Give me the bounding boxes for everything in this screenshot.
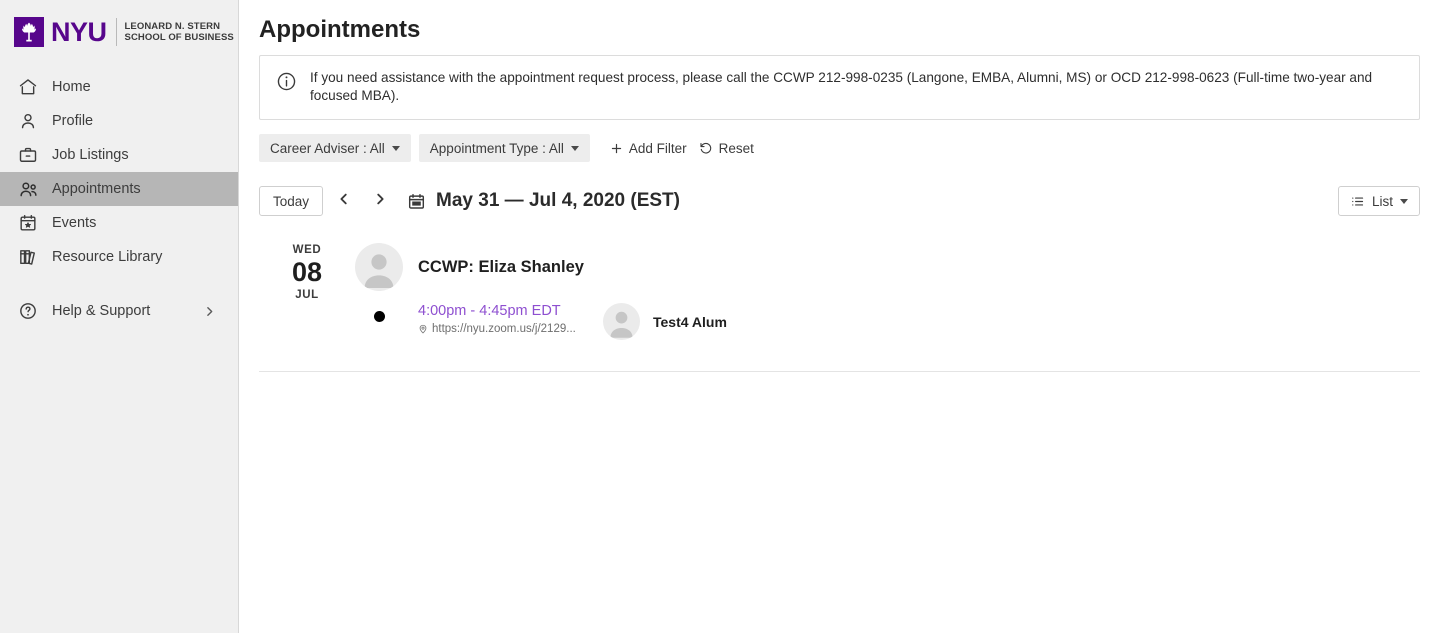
sidebar-nav: Home Profile Job Listings Appointments E…: [0, 70, 238, 328]
career-adviser-filter[interactable]: Career Adviser : All: [259, 134, 411, 162]
add-filter-label: Add Filter: [628, 140, 687, 156]
avatar-placeholder-icon: [603, 303, 640, 340]
info-circle-icon: [276, 69, 300, 105]
calendar-star-icon: [17, 212, 39, 234]
day-appointments: CCWP: Eliza Shanley 4:00pm - 4:45pm EDT: [355, 241, 1420, 340]
appointment-type-filter[interactable]: Appointment Type : All: [418, 134, 590, 162]
question-circle-icon: [17, 300, 39, 322]
date-range-display[interactable]: May 31 — Jul 4, 2020 (EST): [407, 190, 680, 212]
next-period-button[interactable]: [365, 186, 395, 216]
sidebar-item-help-support[interactable]: Help & Support: [0, 294, 238, 328]
chevron-down-icon: [1400, 198, 1408, 204]
reset-label: Reset: [718, 140, 754, 156]
chevron-right-icon: [373, 192, 387, 211]
appointment-group-title: CCWP: Eliza Shanley: [418, 257, 584, 276]
brand-school-name: LEONARD N. STERN SCHOOL OF BUSINESS: [124, 20, 234, 44]
filter-label: Career Adviser : All: [270, 140, 385, 156]
date-range-label: May 31 — Jul 4, 2020 (EST): [436, 190, 680, 211]
filter-bar: Career Adviser : All Appointment Type : …: [259, 134, 1420, 162]
sidebar-item-label: Events: [52, 214, 97, 231]
date-day-number: 08: [291, 257, 323, 287]
sidebar-item-label: Home: [52, 78, 91, 95]
appointment-guest-name: Test4 Alum: [653, 313, 727, 330]
main-content: Appointments If you need assistance with…: [239, 0, 1440, 633]
sidebar-item-resource-library[interactable]: Resource Library: [0, 240, 238, 274]
reset-filters-button[interactable]: Reset: [699, 134, 754, 162]
plus-icon: [610, 142, 623, 155]
map-pin-icon: [418, 324, 428, 334]
appointment-group-header: CCWP: Eliza Shanley: [355, 241, 1420, 293]
briefcase-icon: [17, 144, 39, 166]
chevron-right-icon: [203, 305, 216, 318]
sidebar-item-job-listings[interactable]: Job Listings: [0, 138, 238, 172]
brand-wordmark: NYU: [51, 16, 107, 47]
sidebar-item-label: Appointments: [52, 180, 141, 197]
sidebar: NYU LEONARD N. STERN SCHOOL OF BUSINESS …: [0, 0, 239, 633]
sidebar-item-label: Job Listings: [52, 146, 129, 163]
day-group: WED 08 JUL CCWP: Eliza Shanley 4:00pm - …: [259, 228, 1420, 340]
filter-label: Appointment Type : All: [429, 140, 564, 156]
reset-icon: [699, 141, 713, 155]
appointment-row[interactable]: 4:00pm - 4:45pm EDT https://nyu.zoom.us/…: [355, 301, 1420, 340]
chevron-down-icon: [570, 145, 579, 151]
appointment-location: https://nyu.zoom.us/j/2129...: [418, 322, 593, 336]
status-dot-icon: [373, 311, 385, 322]
date-block: WED 08 JUL: [259, 241, 355, 340]
brand-logo[interactable]: NYU LEONARD N. STERN SCHOOL OF BUSINESS: [0, 0, 238, 64]
appointment-time-link[interactable]: 4:00pm - 4:45pm EDT: [418, 301, 593, 321]
view-mode-label: List: [1371, 193, 1393, 209]
sidebar-item-home[interactable]: Home: [0, 70, 238, 104]
sidebar-item-profile[interactable]: Profile: [0, 104, 238, 138]
chevron-left-icon: [337, 192, 351, 211]
calendar-toolbar: Today May 31 — Jul 4, 2020 (EST) List: [259, 184, 1420, 218]
list-bottom-divider: [259, 371, 1420, 372]
list-icon: [1350, 194, 1365, 209]
avatar-placeholder-icon: [355, 243, 403, 291]
info-banner: If you need assistance with the appointm…: [259, 55, 1420, 120]
user-icon: [17, 110, 39, 132]
people-icon: [17, 178, 39, 200]
page-title: Appointments: [259, 16, 421, 43]
sidebar-item-label: Resource Library: [52, 248, 163, 265]
chevron-down-icon: [391, 145, 400, 151]
today-button[interactable]: Today: [259, 186, 324, 216]
sidebar-item-events[interactable]: Events: [0, 206, 238, 240]
app-root: NYU LEONARD N. STERN SCHOOL OF BUSINESS …: [0, 0, 1440, 633]
sidebar-item-appointments[interactable]: Appointments: [0, 172, 238, 206]
appointment-status-dot-cell: [355, 301, 403, 322]
sidebar-item-label: Help & Support: [52, 302, 151, 319]
appointment-details: 4:00pm - 4:45pm EDT https://nyu.zoom.us/…: [418, 301, 593, 336]
sidebar-item-label: Profile: [52, 112, 94, 129]
date-day-of-week: WED: [292, 244, 322, 256]
appointment-guest: Test4 Alum: [603, 301, 727, 340]
home-icon: [17, 76, 39, 98]
appointments-list: WED 08 JUL CCWP: Eliza Shanley 4:00pm - …: [259, 228, 1420, 372]
calendar-icon: [407, 192, 426, 211]
brand-divider: [115, 18, 117, 46]
info-banner-text: If you need assistance with the appointm…: [310, 70, 1373, 103]
date-month: JUL: [295, 289, 319, 301]
add-filter-button[interactable]: Add Filter: [610, 134, 687, 162]
view-mode-button[interactable]: List: [1337, 186, 1420, 216]
books-icon: [17, 246, 39, 268]
nyu-torch-icon: [14, 17, 44, 47]
previous-period-button[interactable]: [329, 186, 359, 216]
appointment-location-text: https://nyu.zoom.us/j/2129...: [432, 323, 576, 335]
